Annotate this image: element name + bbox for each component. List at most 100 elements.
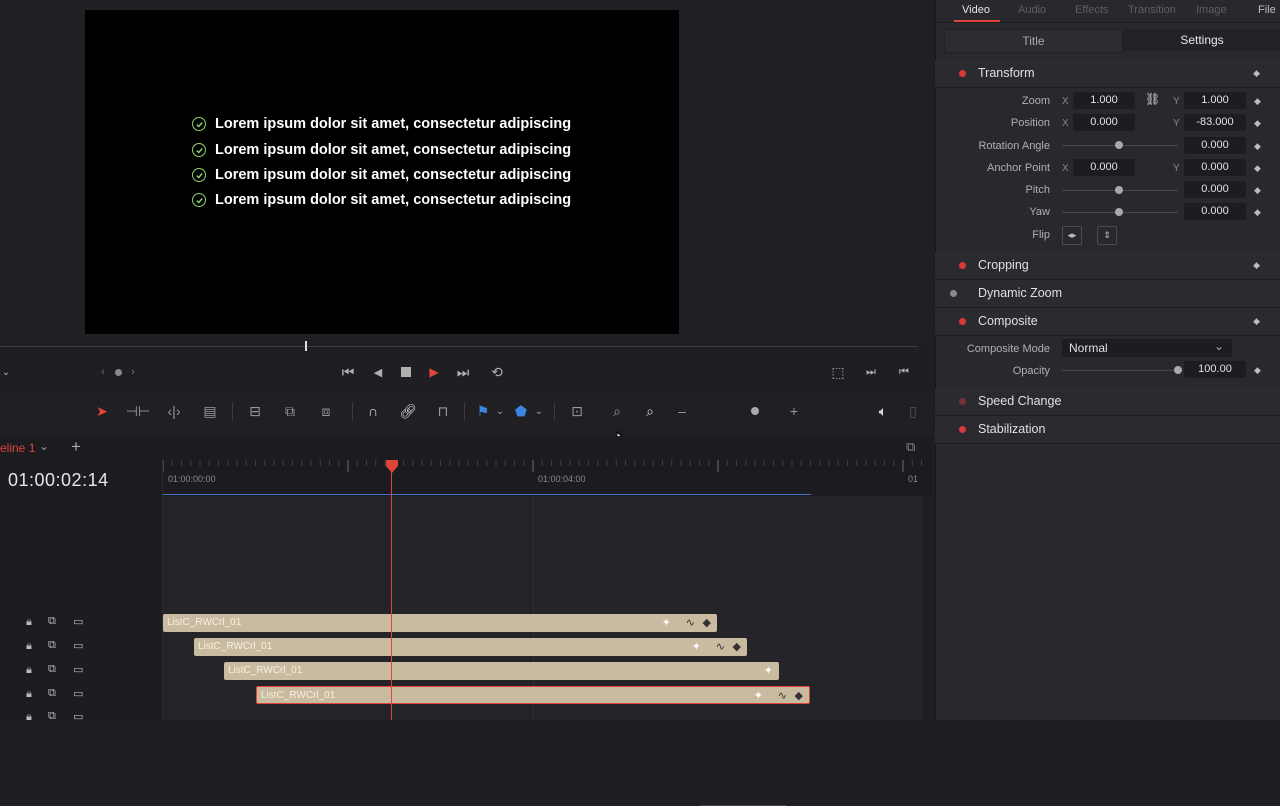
yaw-slider-knob[interactable] xyxy=(1115,208,1123,216)
zoom-y-field[interactable]: 1.000 xyxy=(1184,92,1246,109)
match-frame-icon[interactable]: ⬚ xyxy=(828,358,848,386)
keyframe-icon[interactable]: ◆ xyxy=(1254,163,1261,174)
section-dynamic-zoom[interactable]: Dynamic Zoom xyxy=(935,280,1280,308)
tab-file[interactable]: File xyxy=(1258,4,1276,16)
detail-zoom-icon[interactable]: ⌕ xyxy=(606,400,628,422)
track-enable-icon[interactable]: ▭ xyxy=(73,663,83,676)
section-enable-dot[interactable] xyxy=(959,318,966,325)
keyframe-icon[interactable]: ◆ xyxy=(733,638,741,656)
skip-to-end-icon[interactable]: ⏭ xyxy=(453,358,473,386)
curve-icon[interactable]: ∿ xyxy=(686,614,695,632)
stop-icon[interactable] xyxy=(397,358,415,386)
curve-icon[interactable]: ∿ xyxy=(716,638,725,656)
custom-zoom-icon[interactable]: ⌕ xyxy=(636,400,664,422)
position-x-field[interactable]: 0.000 xyxy=(1073,114,1135,131)
viewer-scrub-bar[interactable] xyxy=(0,346,918,347)
next-edit-icon[interactable]: ⏭ xyxy=(862,358,880,386)
keyframe-icon[interactable]: ◆ xyxy=(1254,365,1261,376)
composite-mode-dropdown[interactable]: Normal ⌄ xyxy=(1062,339,1232,357)
timeline-clip[interactable]: ListC_RWCrl_01 ✦ ∿ ◆ xyxy=(194,638,747,656)
add-timeline-icon[interactable]: + xyxy=(71,437,81,457)
dynamic-trim-icon[interactable]: ‹|› xyxy=(162,400,186,422)
selection-tool-icon[interactable]: ➤ xyxy=(93,400,111,422)
viewer-playhead[interactable] xyxy=(305,341,307,351)
track-enable-icon[interactable]: ▭ xyxy=(73,639,83,652)
timeline-playhead[interactable] xyxy=(385,460,399,474)
subtab-settings[interactable]: Settings xyxy=(1122,29,1280,51)
track-auto-select-icon[interactable]: ⧉ xyxy=(48,615,56,628)
track-auto-select-icon[interactable]: ⧉ xyxy=(48,639,56,652)
rotation-slider-knob[interactable] xyxy=(1115,141,1123,149)
overwrite-clip-icon[interactable]: ⧉ xyxy=(278,400,302,422)
track-lock-icon[interactable]: 🔒︎ xyxy=(26,711,32,724)
track-lock-icon[interactable]: 🔒︎ xyxy=(26,640,32,653)
keyframe-icon[interactable]: ◆ xyxy=(1253,68,1260,79)
replace-clip-icon[interactable]: ⧈ xyxy=(312,400,340,422)
curve-icon[interactable]: ∿ xyxy=(778,687,787,705)
tab-video[interactable]: Video xyxy=(962,4,990,16)
opacity-slider[interactable] xyxy=(1062,370,1178,371)
insert-clip-icon[interactable]: ⊟ xyxy=(242,400,268,422)
flip-horizontal-icon[interactable]: ◂▸ xyxy=(1062,226,1082,245)
flag-icon[interactable]: ⚑ xyxy=(476,400,490,422)
keyframe-icon[interactable]: ◆ xyxy=(1254,118,1261,129)
yaw-field[interactable]: 0.000 xyxy=(1184,203,1246,220)
play-icon[interactable]: ▶ xyxy=(425,358,443,386)
loop-icon[interactable]: ⟲ xyxy=(487,358,507,386)
audio-volume-icon[interactable]: 🔈︎ xyxy=(873,400,893,422)
keyframe-icon[interactable]: ◆ xyxy=(703,614,711,632)
keyframe-icon[interactable]: ◆ xyxy=(795,687,803,705)
track-enable-icon[interactable]: ▭ xyxy=(73,710,83,723)
marker-icon[interactable]: ⬟ xyxy=(514,400,528,422)
section-cropping[interactable]: Cropping ◆ xyxy=(935,252,1280,280)
section-enable-dot[interactable] xyxy=(959,70,966,77)
pitch-slider-knob[interactable] xyxy=(1115,186,1123,194)
track-enable-icon[interactable]: ▭ xyxy=(73,615,83,628)
keyframe-icon[interactable]: ◆ xyxy=(1254,185,1261,196)
keyframe-icon[interactable]: ◆ xyxy=(1254,96,1261,107)
tab-image[interactable]: Image xyxy=(1196,4,1227,16)
keyframe-icon[interactable]: ◆ xyxy=(1253,316,1260,327)
track-lock-icon[interactable]: 🔒︎ xyxy=(26,688,32,701)
full-extent-zoom-icon[interactable]: ⊡ xyxy=(564,400,590,422)
tab-audio[interactable]: Audio xyxy=(1018,4,1046,16)
rotation-field[interactable]: 0.000 xyxy=(1184,137,1246,154)
skip-to-start-icon[interactable]: ⏮ xyxy=(338,358,358,386)
timeline-clip-selected[interactable]: ListC_RWCrl_01 ✦ ∿ ◆ xyxy=(256,686,810,704)
track-lock-icon[interactable]: 🔒︎ xyxy=(26,664,32,677)
zoom-in-icon[interactable]: + xyxy=(788,400,800,422)
jog-dot-icon[interactable] xyxy=(112,358,124,386)
track-auto-select-icon[interactable]: ⧉ xyxy=(48,663,56,676)
video-preview[interactable]: Lorem ipsum dolor sit amet, consectetur … xyxy=(85,10,679,334)
position-y-field[interactable]: -83.000 xyxy=(1184,114,1246,131)
tab-effects[interactable]: Effects xyxy=(1075,4,1108,16)
chevron-down-icon[interactable]: ⌄ xyxy=(39,439,49,453)
link-icon[interactable]: 🔗︎ xyxy=(398,400,418,422)
previous-edit-icon[interactable]: ⏮ xyxy=(895,358,913,386)
timeline-tab[interactable]: eline 1 xyxy=(0,441,35,455)
anchor-y-field[interactable]: 0.000 xyxy=(1184,159,1246,176)
timeline-clip[interactable]: ListC_RWCrl_01 ✦ xyxy=(224,662,779,680)
timeline-view-options-icon[interactable]: ⧉ xyxy=(906,439,915,455)
track-auto-select-icon[interactable]: ⧉ xyxy=(48,710,56,723)
timeline-timecode[interactable]: 01:00:02:14 xyxy=(8,470,109,491)
section-enable-dot[interactable] xyxy=(959,262,966,269)
subtab-title[interactable]: Title xyxy=(944,29,1123,53)
section-enable-dot[interactable] xyxy=(959,398,966,405)
section-stabilization[interactable]: Stabilization xyxy=(935,416,1280,444)
timeline-ruler[interactable]: 01:00:00:00 01:00:04:00 01 xyxy=(163,460,933,496)
flip-vertical-icon[interactable]: ⇕ xyxy=(1097,226,1117,245)
keyframe-icon[interactable]: ◆ xyxy=(1254,207,1261,218)
section-composite[interactable]: Composite ◆ xyxy=(935,308,1280,336)
snapping-icon[interactable]: ∩ xyxy=(364,400,382,422)
track-enable-icon[interactable]: ▭ xyxy=(73,687,83,700)
track-auto-select-icon[interactable]: ⧉ xyxy=(48,687,56,700)
pitch-field[interactable]: 0.000 xyxy=(1184,181,1246,198)
zoom-slider-knob[interactable] xyxy=(750,400,760,422)
section-enable-dot[interactable] xyxy=(959,426,966,433)
track-lock-icon[interactable]: 🔒︎ xyxy=(26,616,32,629)
timeline-clip[interactable]: ListC_RWCrl_01 ✦ ∿ ◆ xyxy=(163,614,717,632)
trim-tool-icon[interactable]: ⊣⊢ xyxy=(124,400,152,422)
section-speed-change[interactable]: Speed Change xyxy=(935,388,1280,416)
zoom-out-icon[interactable]: – xyxy=(676,400,688,422)
